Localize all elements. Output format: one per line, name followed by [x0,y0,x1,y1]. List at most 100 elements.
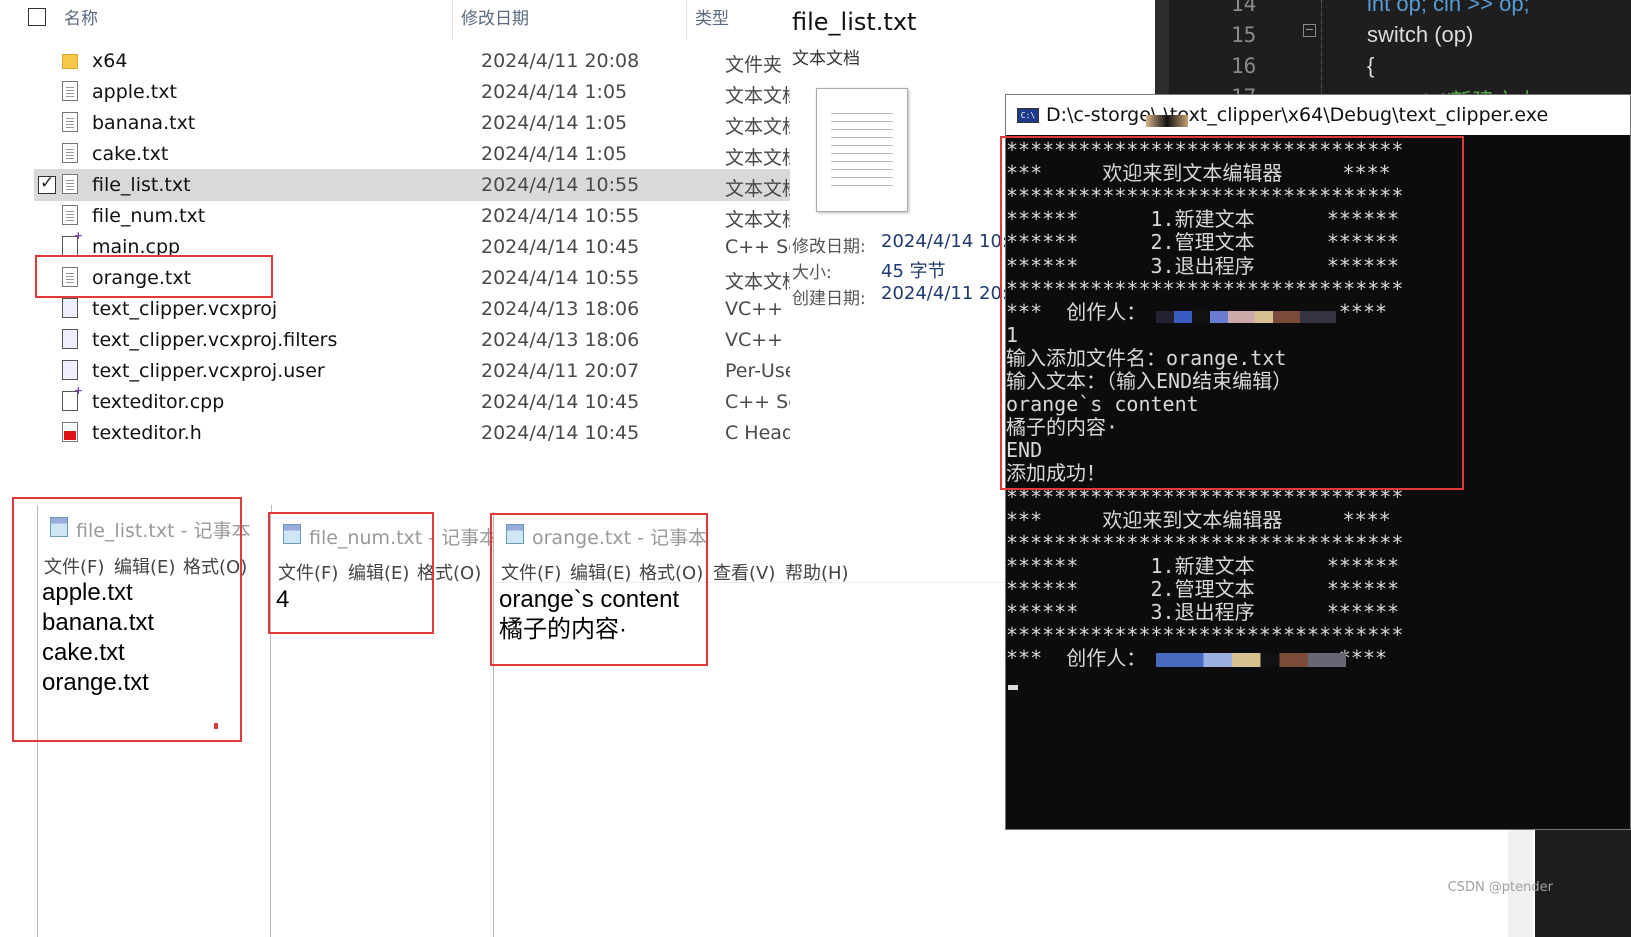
file-row[interactable]: texteditor.h 2024/4/14 10:45 C Header [34,417,790,449]
redacted-path [1146,115,1188,127]
file-date: 2024/4/14 1:05 [481,81,628,103]
notepad-content[interactable]: orange`s content 橘子的内容· [499,585,679,645]
line-number: 15 [1231,23,1257,47]
notepad-content[interactable]: apple.txt banana.txt cake.txt orange.txt [42,578,154,698]
console-line: ****** 3.退出程序 ****** [1006,253,1400,278]
console-line: 橘子的内容· [1006,415,1119,440]
menu-edit[interactable]: 编辑(E) [348,559,409,585]
file-row[interactable]: orange.txt 2024/4/14 10:55 文本文档 [34,262,790,294]
console-line: ********************************* [1006,530,1404,555]
file-date: 2024/4/14 10:45 [481,391,640,413]
column-header-modified[interactable]: 修改日期 [461,4,529,29]
folder-icon [62,54,78,69]
menu-edit[interactable]: 编辑(E) [114,553,175,579]
console-line: ****** 1.新建文本 ****** [1006,207,1400,232]
file-row[interactable]: banana.txt 2024/4/14 1:05 文本文档 [34,107,790,139]
text-file-icon [62,143,78,163]
file-date: 2024/4/14 10:55 [481,267,640,289]
file-name: text_clipper.vcxproj.filters [92,329,338,351]
console-line: 输入添加文件名：orange.txt [1006,345,1287,370]
console-line: 输入文本：（输入END结束编辑） [1006,369,1293,393]
file-name: texteditor.cpp [92,391,225,413]
column-header-type[interactable]: 类型 [695,4,729,29]
console-line: 添加成功！ [1006,461,1106,486]
file-date: 2024/4/13 18:06 [481,329,640,351]
menu-file[interactable]: 文件(F) [44,553,104,579]
file-row[interactable]: apple.txt 2024/4/14 1:05 文本文档 [34,76,790,108]
notepad-content[interactable]: 4 [276,585,289,615]
file-name: apple.txt [92,81,177,103]
text-file-icon [62,81,78,101]
file-row[interactable]: text_clipper.vcxproj.filters 2024/4/13 18… [34,324,790,356]
file-date: 2024/4/14 10:45 [481,422,640,444]
file-name: texteditor.h [92,422,202,444]
column-header-name[interactable]: 名称 [64,4,98,29]
menu-format[interactable]: 格式(O) [183,553,247,579]
menu-file[interactable]: 文件(F) [278,559,338,585]
notepad-icon [50,517,68,537]
code-editor[interactable]: − 14 int op; cin >> op; 15 switch (op) 16{17… [1155,0,1631,100]
size-value: 45 字节 [881,261,946,282]
file-name: x64 [92,50,128,72]
column-divider[interactable] [452,0,453,40]
console-line: ********************************* [1006,484,1404,509]
notepad-icon [283,524,301,544]
file-row[interactable]: text_clipper.vcxproj 2024/4/13 18:06 VC++ … [34,293,790,325]
file-name: text_clipper.vcxproj.user [92,360,325,382]
editor-margin [1155,0,1169,100]
file-date: 2024/4/14 10:55 [481,205,640,227]
file-type: 文本文档 [725,209,790,231]
select-all-checkbox[interactable] [28,8,46,26]
file-name: text_clipper.vcxproj [92,298,278,320]
console-window[interactable]: C:\ D:\c-storge\ \text_clipper\x64\Debug… [1005,94,1631,830]
file-date: 2024/4/14 1:05 [481,112,628,134]
code-line[interactable]: switch (op) [1367,22,1473,48]
file-row[interactable]: texteditor.cpp 2024/4/14 10:45 C++ Source [34,384,790,418]
vs-user-file-icon [62,360,78,380]
console-line: ****** 2.管理文本 ****** [1006,230,1400,255]
text-file-icon [62,205,78,225]
collapse-icon[interactable]: − [1303,24,1316,37]
file-type: 文本文档 [725,271,790,293]
header-file-icon [62,422,78,442]
file-row[interactable]: x64 2024/4/11 20:08 文件夹 [34,45,790,77]
code-line[interactable]: { [1367,53,1374,79]
line-number: 14 [1231,0,1257,16]
file-type: VC++ Project [725,298,790,320]
file-row[interactable]: text_clipper.vcxproj.user 2024/4/11 20:07… [34,355,790,387]
redacted-author [1156,311,1336,323]
file-name: file_list.txt [92,174,191,196]
code-line[interactable]: int op; cin >> op; [1367,0,1530,17]
console-line: 1 [1006,322,1019,347]
details-filename: file_list.txt [792,8,917,36]
console-titlebar[interactable]: C:\ D:\c-storge\ \text_clipper\x64\Debug… [1006,95,1630,135]
file-row[interactable]: main.cpp 2024/4/14 10:45 C++ Source [34,229,790,263]
cpp-file-icon [62,229,83,256]
size-label: 大小: [792,263,832,283]
console-line: END [1006,438,1043,463]
console-line: *** 欢迎来到文本编辑器 **** [1006,507,1391,532]
menu-format[interactable]: 格式(O) [417,559,481,585]
vcxproj-file-icon [62,298,78,318]
file-row[interactable]: file_num.txt 2024/4/14 10:55 文本文档 [34,200,790,232]
notepad-file-num[interactable]: file_num.txt - 记事本 文件(F) 编辑(E) 格式(O) 4 [270,512,499,937]
document-preview-icon [816,88,908,212]
indent-guide [1321,0,1322,100]
console-line: ****** 1.新建文本 ****** [1006,553,1400,578]
file-row[interactable]: file_list.txt 2024/4/14 10:55 文本文档 [34,169,790,201]
cpp-file-icon [62,384,83,411]
file-type: C++ Source [725,236,790,258]
file-name: cake.txt [92,143,169,165]
details-filetype: 文本文档 [792,49,860,69]
row-checkbox[interactable] [38,173,56,194]
console-line: ********************************* [1006,138,1404,162]
console-line: ********************************* [1006,184,1404,209]
window-title: file_list.txt - 记事本 [76,520,251,542]
file-name: file_num.txt [92,205,206,227]
text-cursor [214,723,218,729]
column-divider[interactable] [686,0,687,40]
notepad-file-list[interactable]: file_list.txt - 记事本 文件(F) 编辑(E) 格式(O) ap… [37,505,272,937]
window-title: file_num.txt - 记事本 [309,527,499,549]
file-row[interactable]: cake.txt 2024/4/14 1:05 文本文档 [34,138,790,170]
console-app-icon: C:\ [1017,108,1039,123]
